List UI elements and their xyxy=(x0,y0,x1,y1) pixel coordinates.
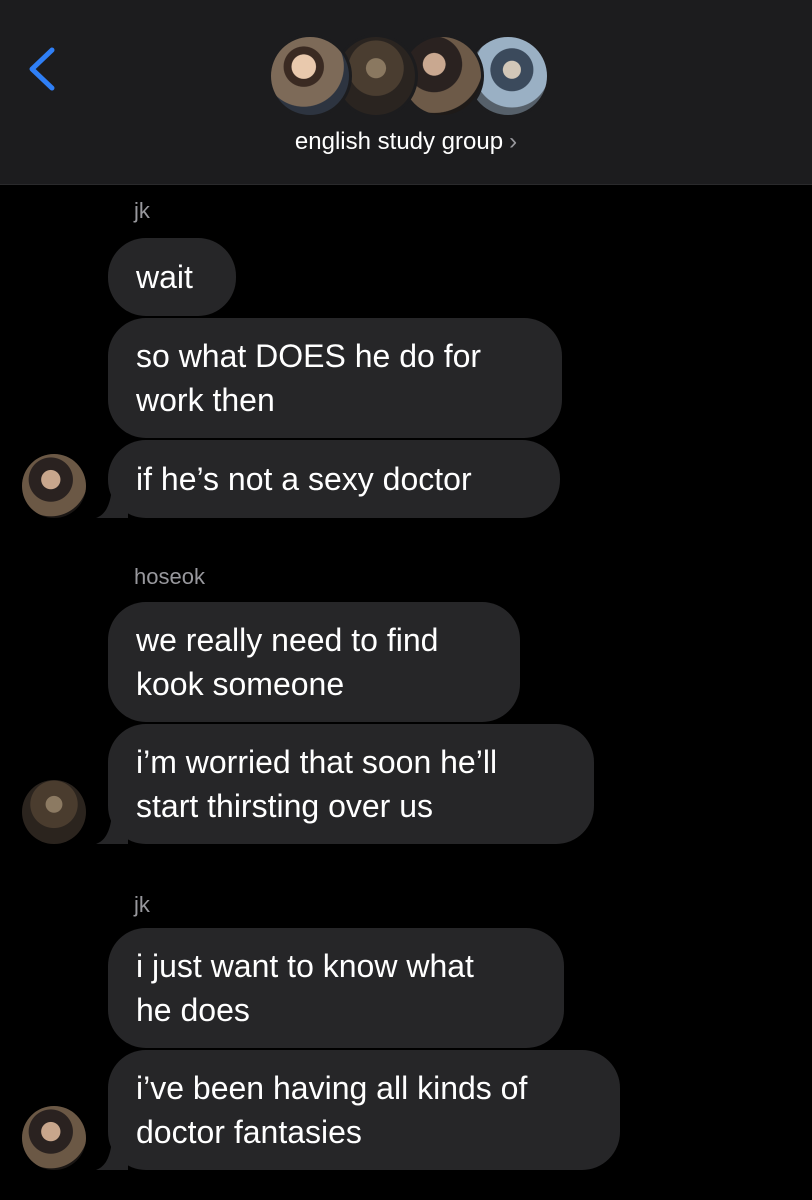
sender-avatar[interactable] xyxy=(22,454,86,518)
sender-avatar[interactable] xyxy=(22,780,86,844)
bubble-tail xyxy=(96,814,128,844)
sender-name: hoseok xyxy=(134,564,205,589)
message-text: we really need to find kook someone xyxy=(136,622,439,702)
message-bubble[interactable]: i just want to know what he does xyxy=(108,928,564,1048)
group-title: english study group xyxy=(294,128,504,155)
chevron-left-icon xyxy=(29,47,55,91)
group-avatars[interactable] xyxy=(268,34,550,122)
message-bubble[interactable]: wait xyxy=(108,238,236,316)
conversation-header: english study group › xyxy=(0,0,812,185)
message-bubble[interactable]: i’ve been having all kinds of doctor fan… xyxy=(96,1050,620,1170)
message-bubble[interactable]: we really need to find kook someone xyxy=(108,602,520,722)
message-bubble[interactable]: so what DOES he do for work then xyxy=(108,318,562,438)
message-bubble[interactable]: if he’s not a sexy doctor xyxy=(96,440,560,518)
message-text: so what DOES he do for work then xyxy=(136,338,482,418)
back-button[interactable] xyxy=(22,44,62,94)
group-member-avatar xyxy=(268,34,352,118)
bubble-tail xyxy=(96,1140,128,1170)
sender-avatar[interactable] xyxy=(22,1106,86,1170)
sender-name: jk xyxy=(134,198,150,223)
sender-name: jk xyxy=(134,892,150,917)
bubble-tail xyxy=(96,488,128,518)
message-text: i’m worried that soon he’ll start thirst… xyxy=(136,744,498,824)
message-bubble[interactable]: i’m worried that soon he’ll start thirst… xyxy=(96,724,594,844)
chevron-right-icon: › xyxy=(509,128,518,155)
message-text: i’ve been having all kinds of doctor fan… xyxy=(136,1070,528,1150)
message-text: if he’s not a sexy doctor xyxy=(136,461,472,497)
message-text: wait xyxy=(136,259,193,295)
message-text: i just want to know what he does xyxy=(136,948,474,1028)
group-title-button[interactable]: english study group › xyxy=(0,128,812,156)
